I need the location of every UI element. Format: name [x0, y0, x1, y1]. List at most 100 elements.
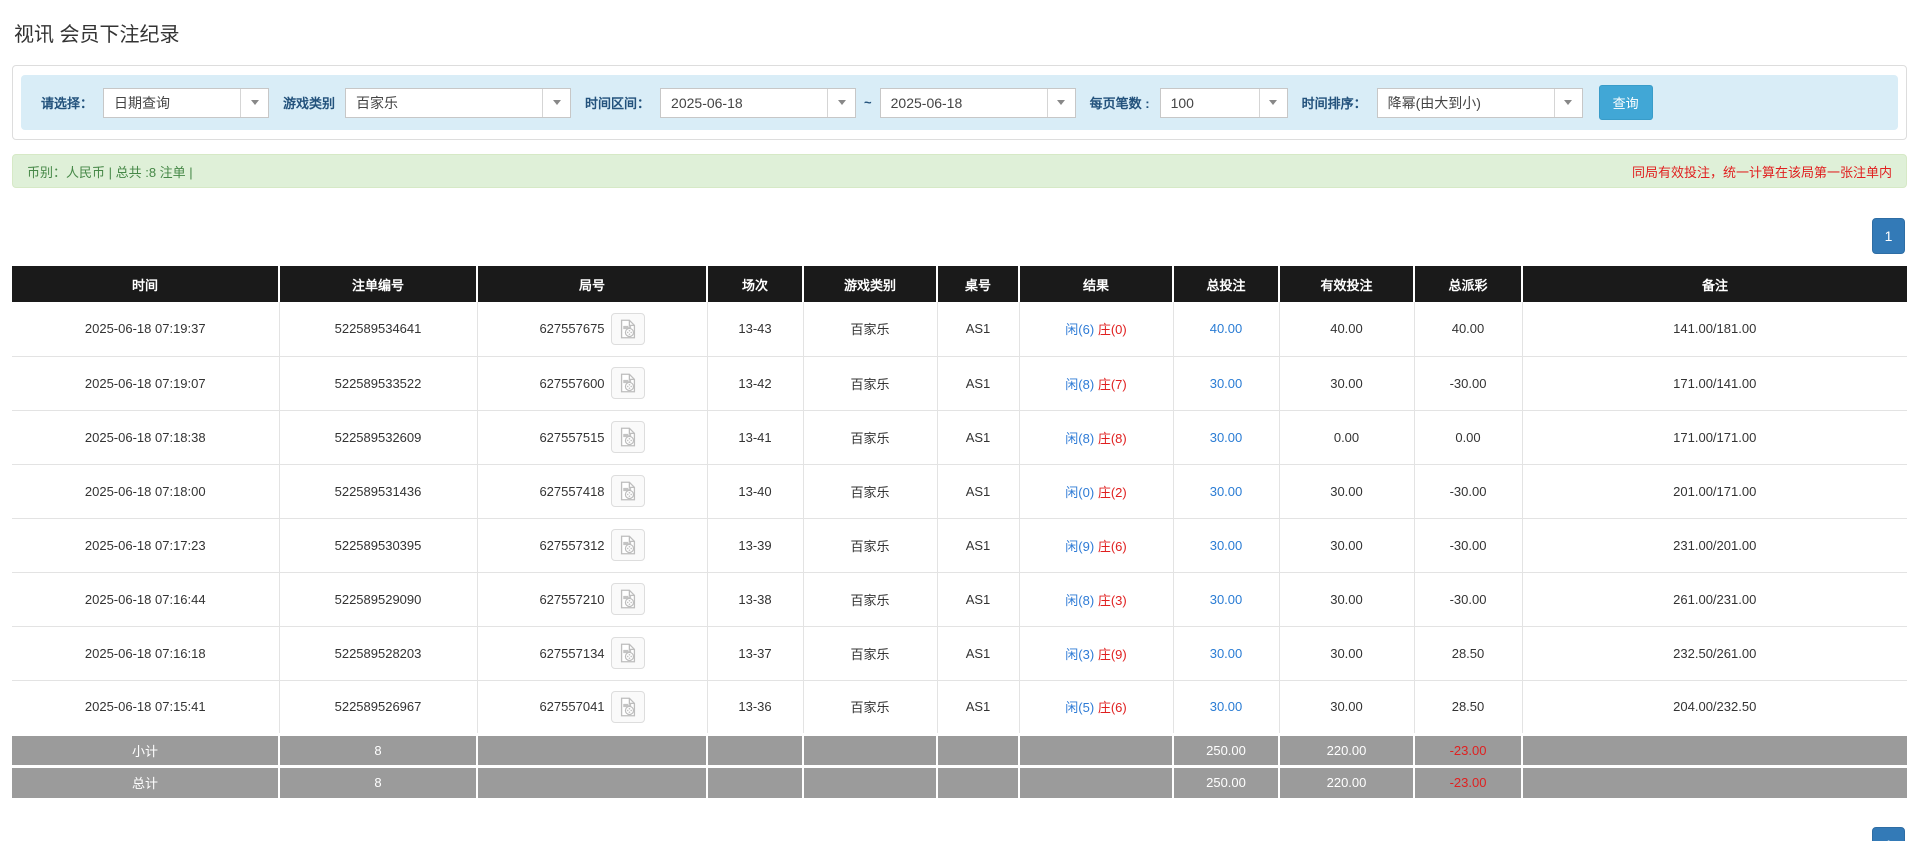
table-row: 2025-06-18 07:17:23 522589530395 6275573… [12, 518, 1907, 573]
cell-round-id: 627557134 [539, 645, 605, 661]
cell-result: 闲(9) 庄(6) [1019, 518, 1174, 573]
cell-result: 闲(8) 庄(8) [1019, 410, 1174, 465]
chevron-down-icon[interactable] [1046, 88, 1075, 117]
query-type-select[interactable]: 日期查询 [103, 87, 270, 118]
table-header-row: 时间 注单编号 局号 场次 游戏类别 桌号 结果 总投注 有效投注 总派彩 备注 [12, 266, 1907, 302]
cell-session: 13-39 [707, 518, 804, 573]
result-banker: 庄(8) [1097, 430, 1127, 446]
table-row: 2025-06-18 07:18:38 522589532609 6275575… [12, 410, 1907, 465]
result-banker: 庄(2) [1097, 484, 1127, 500]
cell-payout: -30.00 [1414, 464, 1523, 519]
header-result: 结果 [1019, 266, 1174, 302]
header-note: 备注 [1522, 266, 1907, 302]
cell-session: 13-37 [707, 626, 804, 681]
cell-game-type: 百家乐 [803, 410, 938, 465]
cell-session: 13-41 [707, 410, 804, 465]
search-button[interactable]: 查询 [1598, 85, 1653, 120]
chevron-down-icon[interactable] [827, 88, 855, 117]
date-from-select[interactable]: 2025-06-18 [660, 87, 857, 118]
result-banker: 庄(7) [1097, 376, 1127, 392]
page: 视讯 会员下注纪录 请选择： 日期查询 游戏类别 百家乐 时间区间： 2025-… [0, 0, 1919, 841]
video-record-icon[interactable] [610, 529, 645, 561]
chevron-down-icon[interactable] [1553, 88, 1582, 117]
cell-table-no: AS1 [937, 356, 1020, 411]
header-bet-id: 注单编号 [279, 266, 478, 302]
video-record-icon[interactable] [610, 637, 645, 669]
header-table-no: 桌号 [937, 266, 1020, 302]
cell-result: 闲(5) 庄(6) [1019, 680, 1174, 735]
summary-currency-count: 币别：人民币 | 总共 :8 注单 | [27, 164, 193, 180]
cell-payout: -30.00 [1414, 356, 1523, 411]
video-record-icon[interactable] [610, 367, 645, 399]
date-from-value: 2025-06-18 [671, 94, 743, 111]
subtotal-valid-bet: 220.00 [1279, 732, 1415, 766]
page-1-button[interactable]: 1 [1872, 218, 1905, 254]
header-game-type: 游戏类别 [803, 266, 938, 302]
cell-note: 141.00/181.00 [1522, 302, 1907, 357]
video-record-icon[interactable] [610, 690, 645, 723]
cell-valid-bet: 30.00 [1279, 464, 1415, 519]
result-player: 闲(8) [1065, 430, 1095, 446]
total-bet-link[interactable]: 30.00 [1210, 376, 1243, 391]
date-to-select[interactable]: 2025-06-18 [879, 87, 1076, 118]
total-bet-link[interactable]: 30.00 [1210, 484, 1243, 499]
subtotal-row: 小计 8 250.00 220.00 -23.00 [12, 732, 1907, 766]
chevron-down-icon[interactable] [542, 88, 570, 117]
select-type-label: 请选择： [41, 96, 94, 111]
sort-order-select[interactable]: 降幂(由大到小) [1376, 87, 1583, 118]
cell-valid-bet: 30.00 [1279, 518, 1415, 573]
cell-time: 2025-06-18 07:16:44 [12, 572, 280, 627]
cell-round-id: 627557418 [539, 483, 605, 499]
cell-table-no: AS1 [937, 518, 1020, 573]
cell-payout: 28.50 [1414, 626, 1523, 681]
cell-result: 闲(0) 庄(2) [1019, 464, 1174, 519]
cell-note: 231.00/201.00 [1522, 518, 1907, 573]
cell-time: 2025-06-18 07:15:41 [12, 680, 280, 735]
result-player: 闲(3) [1065, 646, 1095, 662]
header-round-id: 局号 [477, 266, 708, 302]
result-player: 闲(9) [1065, 538, 1095, 554]
summary-notice: 同局有效投注，统一计算在该局第一张注单内 [1631, 164, 1892, 180]
total-bet-link[interactable]: 30.00 [1210, 699, 1243, 714]
header-session: 场次 [707, 266, 804, 302]
total-bet-link[interactable]: 30.00 [1210, 430, 1243, 445]
date-range-label: 时间区间： [585, 96, 651, 111]
cell-bet-id: 522589534641 [279, 302, 478, 357]
cell-round-id: 627557210 [539, 591, 605, 607]
cell-valid-bet: 40.00 [1279, 302, 1415, 357]
cell-game-type: 百家乐 [803, 302, 938, 357]
cell-table-no: AS1 [937, 302, 1020, 357]
query-type-value: 日期查询 [114, 94, 171, 111]
header-payout: 总派彩 [1414, 266, 1523, 302]
page-size-label: 每页笔数 : [1089, 96, 1150, 111]
table-row: 2025-06-18 07:16:18 522589528203 6275571… [12, 626, 1907, 681]
video-record-icon[interactable] [610, 475, 645, 507]
total-bet-link[interactable]: 40.00 [1210, 321, 1243, 336]
result-player: 闲(0) [1065, 484, 1095, 500]
total-valid-bet: 220.00 [1279, 764, 1415, 798]
cell-payout: 40.00 [1414, 302, 1523, 357]
chevron-down-icon[interactable] [240, 88, 268, 117]
video-record-icon[interactable] [610, 583, 645, 615]
bet-records-table: 时间 注单编号 局号 场次 游戏类别 桌号 结果 总投注 有效投注 总派彩 备注… [12, 266, 1907, 798]
cell-bet-id: 522589528203 [279, 626, 478, 681]
cell-note: 261.00/231.00 [1522, 572, 1907, 627]
subtotal-payout: -23.00 [1414, 732, 1523, 766]
pagination-bottom: 1 [1872, 827, 1905, 841]
video-record-icon[interactable] [610, 421, 645, 453]
cell-time: 2025-06-18 07:19:07 [12, 356, 280, 411]
video-record-icon[interactable] [610, 312, 645, 345]
cell-round-id: 627557312 [539, 537, 605, 553]
page-1-button[interactable]: 1 [1872, 827, 1905, 841]
page-size-select[interactable]: 100 [1159, 87, 1288, 118]
cell-result: 闲(6) 庄(0) [1019, 302, 1174, 357]
total-row: 总计 8 250.00 220.00 -23.00 [12, 764, 1907, 798]
total-bet-link[interactable]: 30.00 [1210, 646, 1243, 661]
game-type-select[interactable]: 百家乐 [345, 87, 572, 118]
result-banker: 庄(6) [1097, 700, 1127, 715]
total-bet-link[interactable]: 30.00 [1210, 592, 1243, 607]
chevron-down-icon[interactable] [1258, 88, 1287, 117]
pagination-top: 1 [12, 218, 1905, 254]
date-range-separator: ~ [864, 95, 872, 110]
total-bet-link[interactable]: 30.00 [1210, 538, 1243, 553]
